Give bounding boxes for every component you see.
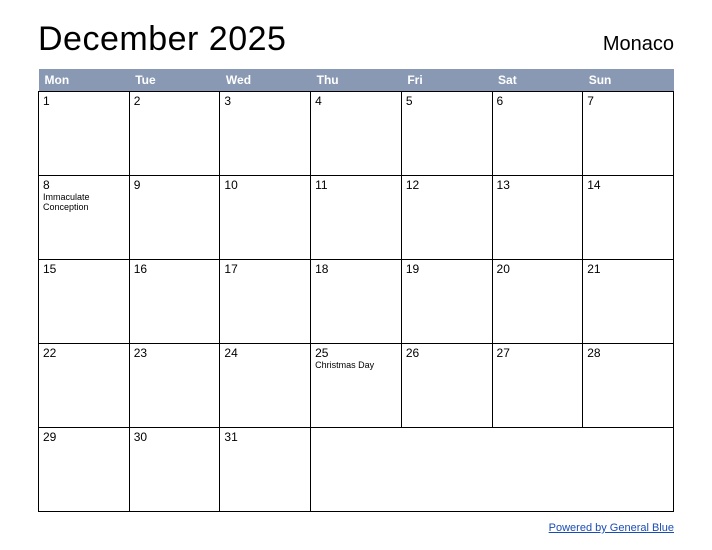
day-cell: 5 [401,92,492,176]
day-number: 2 [134,94,216,108]
day-number: 6 [497,94,579,108]
month-title: December 2025 [38,20,286,59]
day-number: 18 [315,262,397,276]
day-cell: 25Christmas Day [311,344,402,428]
day-cell: 30 [129,428,220,512]
day-cell: 1 [39,92,130,176]
day-cell: 10 [220,176,311,260]
weekday-sat: Sat [492,69,583,92]
day-cell: 11 [311,176,402,260]
day-number: 10 [224,178,306,192]
day-cell: 3 [220,92,311,176]
weekday-thu: Thu [311,69,402,92]
day-number: 23 [134,346,216,360]
weekday-fri: Fri [401,69,492,92]
day-number: 27 [497,346,579,360]
day-cell: 28 [583,344,674,428]
day-cell: 6 [492,92,583,176]
day-number: 31 [224,430,306,444]
day-cell: 19 [401,260,492,344]
day-cell: 7 [583,92,674,176]
location-label: Monaco [603,33,674,59]
day-cell: 16 [129,260,220,344]
day-cell: 29 [39,428,130,512]
day-number: 22 [43,346,125,360]
day-number: 14 [587,178,669,192]
weekday-tue: Tue [129,69,220,92]
day-number: 9 [134,178,216,192]
day-number: 15 [43,262,125,276]
event-label: Christmas Day [315,361,397,371]
week-row: 8Immaculate Conception 9 10 11 12 13 14 [39,176,674,260]
day-number: 16 [134,262,216,276]
week-row: 22 23 24 25Christmas Day 26 27 28 [39,344,674,428]
weekday-wed: Wed [220,69,311,92]
day-cell: 23 [129,344,220,428]
day-number: 7 [587,94,669,108]
day-number: 8 [43,178,125,192]
day-number: 25 [315,346,397,360]
day-cell: 31 [220,428,311,512]
day-number: 24 [224,346,306,360]
day-number: 20 [497,262,579,276]
day-number: 26 [406,346,488,360]
day-cell: 2 [129,92,220,176]
day-number: 12 [406,178,488,192]
empty-cell [492,428,583,512]
weekday-mon: Mon [39,69,130,92]
day-cell: 14 [583,176,674,260]
day-number: 29 [43,430,125,444]
day-cell: 12 [401,176,492,260]
weekday-header-row: Mon Tue Wed Thu Fri Sat Sun [39,69,674,92]
day-cell: 13 [492,176,583,260]
day-cell: 4 [311,92,402,176]
calendar-header: December 2025 Monaco [38,20,674,59]
footer: Powered by General Blue [38,518,674,536]
day-cell: 20 [492,260,583,344]
event-label: Immaculate Conception [43,193,125,213]
week-row: 15 16 17 18 19 20 21 [39,260,674,344]
day-number: 5 [406,94,488,108]
day-number: 3 [224,94,306,108]
week-row: 1 2 3 4 5 6 7 [39,92,674,176]
week-row: 29 30 31 [39,428,674,512]
day-cell: 9 [129,176,220,260]
day-cell: 22 [39,344,130,428]
day-cell: 18 [311,260,402,344]
day-number: 28 [587,346,669,360]
day-number: 4 [315,94,397,108]
day-cell: 21 [583,260,674,344]
day-cell: 27 [492,344,583,428]
day-number: 11 [315,178,397,192]
day-number: 17 [224,262,306,276]
day-cell: 8Immaculate Conception [39,176,130,260]
day-number: 19 [406,262,488,276]
day-number: 13 [497,178,579,192]
weekday-sun: Sun [583,69,674,92]
day-cell: 17 [220,260,311,344]
empty-cell [311,428,402,512]
calendar-grid: Mon Tue Wed Thu Fri Sat Sun 1 2 3 4 5 6 … [38,69,674,512]
day-cell: 15 [39,260,130,344]
day-cell: 26 [401,344,492,428]
day-number: 30 [134,430,216,444]
empty-cell [401,428,492,512]
day-number: 21 [587,262,669,276]
powered-by-link[interactable]: Powered by General Blue [549,522,674,534]
day-cell: 24 [220,344,311,428]
empty-cell [583,428,674,512]
day-number: 1 [43,94,125,108]
